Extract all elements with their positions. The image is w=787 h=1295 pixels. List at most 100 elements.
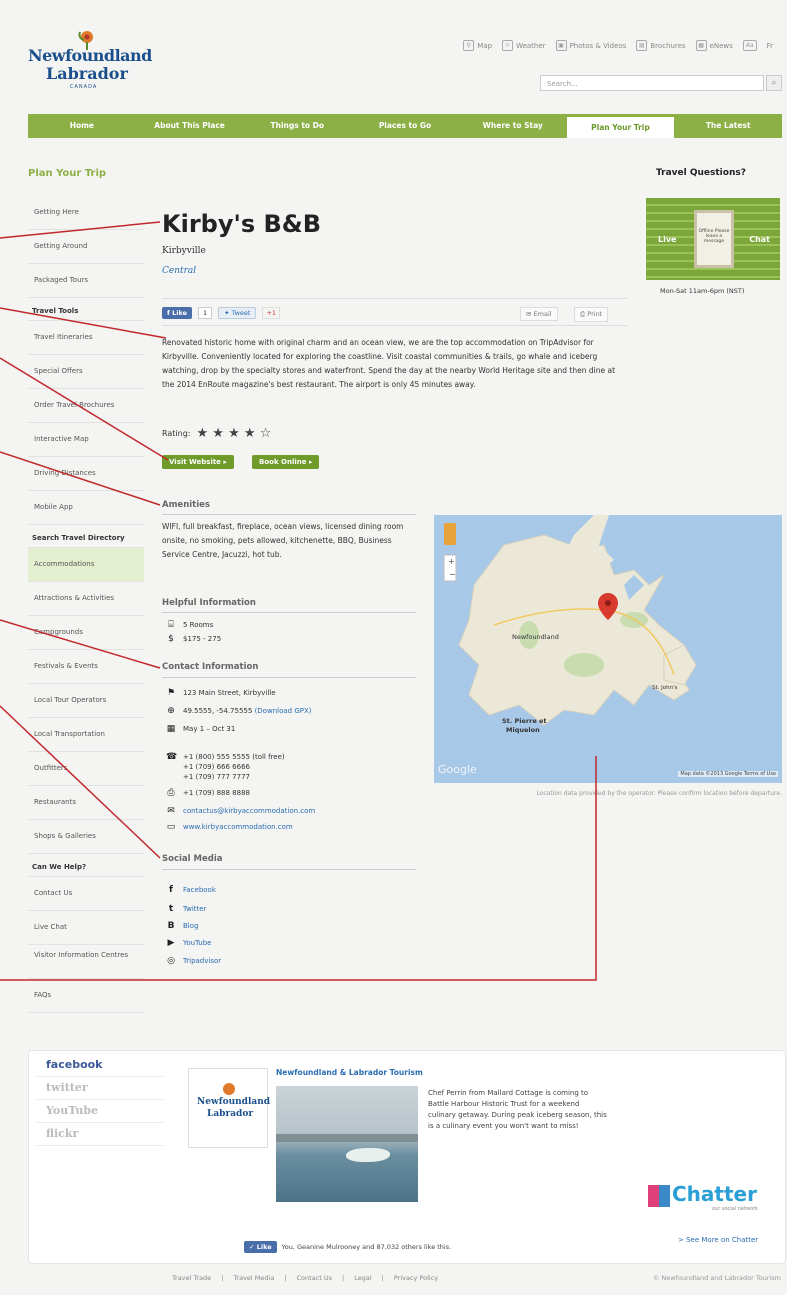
brochures-link[interactable]: ▤ Brochures [636,40,686,51]
live-chat-chat-label: Chat [749,235,770,244]
youtube-link-row[interactable]: ▶ YouTube [166,938,212,948]
sidebar-item-restaurants[interactable]: Restaurants [28,786,144,820]
star-filled-icon: ★ [196,426,213,441]
map-link[interactable]: ⚲ Map [463,40,492,51]
chatter-logo[interactable]: Chatter [648,1182,757,1207]
sidebar-item-visitor-information-centres[interactable]: Visitor Information Centres [28,945,144,979]
blog-link[interactable]: Blog [183,922,198,930]
sidebar-item-local-tour-operators[interactable]: Local Tour Operators [28,684,144,718]
site-logo[interactable]: Newfoundland Labrador CANADA [28,28,152,90]
tab-youtube[interactable]: YouTube [36,1100,164,1123]
website-link[interactable]: www.kirbyaccommodation.com [183,822,293,832]
chat-hours: Mon-Sat 11am-6pm (NST) [660,287,745,295]
footer-link-travel-media[interactable]: Travel Media [233,1274,274,1282]
facebook-page-avatar[interactable]: Newfoundland Labrador [188,1068,270,1148]
tweet-button[interactable]: ✦ Tweet [218,307,257,319]
sidebar-item-shops-galleries[interactable]: Shops & Galleries [28,820,144,854]
search-input[interactable]: Search... [540,75,764,91]
twitter-icon: t [168,904,174,914]
french-language-link[interactable]: Fr [767,40,773,51]
book-online-button[interactable]: Book Online ▸ [252,455,320,469]
search-icon: ⌕ [771,78,777,88]
newsletter-icon: ▦ [695,40,707,51]
youtube-icon: ▶ [167,938,175,948]
tripadvisor-link[interactable]: Tripadvisor [183,957,221,965]
sidebar-item-local-transportation[interactable]: Local Transportation [28,718,144,752]
sidebar-item-order-travel-brochures[interactable]: Order Travel Brochures [28,389,144,423]
address-text: 123 Main Street, Kirbyville [183,689,276,697]
sidebar-heading-search-travel-directory: Search Travel Directory [28,525,144,548]
footer-link-legal[interactable]: Legal [354,1274,371,1282]
brochure-icon: ▤ [636,40,648,51]
sidebar-item-getting-here[interactable]: Getting Here [28,196,144,230]
sidebar-item-mobile-app[interactable]: Mobile App [28,491,144,525]
sidebar-item-special-offers[interactable]: Special Offers [28,355,144,389]
nav-the-latest[interactable]: The Latest [674,114,782,138]
facebook-like-button[interactable]: f Like [162,307,193,319]
sidebar-item-driving-distances[interactable]: Driving Distances [28,457,144,491]
sidebar-item-getting-around[interactable]: Getting Around [28,230,144,264]
blog-link-row[interactable]: B Blog [166,921,199,931]
twitter-link-row[interactable]: t Twitter [166,904,207,914]
location-map[interactable]: Newfoundland St. Pierre et Miquelon St. … [434,515,782,783]
nav-about-this-place[interactable]: About This Place [136,114,244,138]
listing-region-link[interactable]: Central [162,266,196,276]
coordinates-row: ⊕ 49.5555, -54.75555 (Download GPX) [166,706,312,716]
phone-row: ☎ +1 (800) 555 5555 (toll free) +1 (709) 6… [166,752,285,782]
sidebar-item-travel-itineraries[interactable]: Travel Itineraries [28,321,144,355]
fax-icon: ⎙ [167,788,175,798]
nav-places-to-go[interactable]: Places to Go [351,114,459,138]
tab-facebook[interactable]: facebook [36,1054,164,1077]
sidebar-item-festivals-events[interactable]: Festivals & Events [28,650,144,684]
weather-link[interactable]: ☼ Weather [502,40,546,51]
nav-home[interactable]: Home [28,114,136,138]
print-label: Print [587,310,603,318]
pitcher-plant-icon [223,1083,235,1095]
sidebar-item-attractions-activities[interactable]: Attractions & Activities [28,582,144,616]
download-gpx-link[interactable]: (Download GPX) [255,707,312,715]
tab-flickr[interactable]: flickr [36,1123,164,1146]
see-more-chatter-link[interactable]: > See More on Chatter [678,1236,758,1244]
zoom-out-button[interactable]: − [449,570,456,579]
sidebar-item-campgrounds[interactable]: Campgrounds [28,616,144,650]
sidebar-item-packaged-tours[interactable]: Packaged Tours [28,264,144,298]
sidebar-item-outfitters[interactable]: Outfitters [28,752,144,786]
tripadvisor-link-row[interactable]: ◎ Tripadvisor [166,956,221,966]
search-button[interactable]: ⌕ [766,75,782,91]
tab-twitter[interactable]: twitter [36,1077,164,1100]
live-chat-widget[interactable]: Live Offline Please leave a message Chat [646,198,780,280]
print-button[interactable]: ⎙ Print [574,307,609,322]
facebook-like-label: Like [172,309,188,317]
facebook-link[interactable]: Facebook [183,886,216,894]
email-link[interactable]: contactus@kirbyaccommodation.com [183,806,315,816]
nav-things-to-do[interactable]: Things to Do [243,114,351,138]
photos-videos-link[interactable]: ▣ Photos & Videos [555,40,626,51]
facebook-post-photo[interactable] [276,1086,418,1202]
google-plus-button[interactable]: +1 [262,307,281,319]
rating: Rating: ★ ★ ★ ★ ☆ [162,426,271,441]
email-button[interactable]: ✉ Email [520,307,558,321]
footer-link-contact-us[interactable]: Contact Us [297,1274,333,1282]
amenities-text: WIFI, full breakfast, fireplace, ocean v… [162,522,404,559]
french-language-label: Fr [766,41,773,50]
footer-link-travel-trade[interactable]: Travel Trade [172,1274,211,1282]
facebook-like-page-button[interactable]: ✓ Like [244,1241,277,1253]
text-size-button[interactable]: Aa [742,40,757,51]
phone-3: +1 (709) 777 7777 [183,773,250,781]
facebook-post-title[interactable]: Newfoundland & Labrador Tourism [276,1068,423,1077]
footer-link-privacy-policy[interactable]: Privacy Policy [394,1274,438,1282]
sidebar-item-accommodations[interactable]: Accommodations [28,548,144,582]
twitter-link[interactable]: Twitter [183,905,206,913]
zoom-in-button[interactable]: + [448,557,455,566]
enews-link[interactable]: ▦ eNews [695,40,733,51]
monitor-icon: ▭ [166,822,176,832]
sidebar-item-live-chat[interactable]: Live Chat [28,911,144,945]
facebook-link-row[interactable]: f Facebook [166,885,216,895]
sidebar-item-contact-us[interactable]: Contact Us [28,877,144,911]
nav-plan-your-trip[interactable]: Plan Your Trip [566,114,675,138]
youtube-link[interactable]: YouTube [183,939,211,947]
sidebar-item-interactive-map[interactable]: Interactive Map [28,423,144,457]
visit-website-button[interactable]: Visit Website ▸ [162,455,234,469]
sidebar-item-faqs[interactable]: FAQs [28,979,144,1013]
nav-where-to-stay[interactable]: Where to Stay [459,114,567,138]
